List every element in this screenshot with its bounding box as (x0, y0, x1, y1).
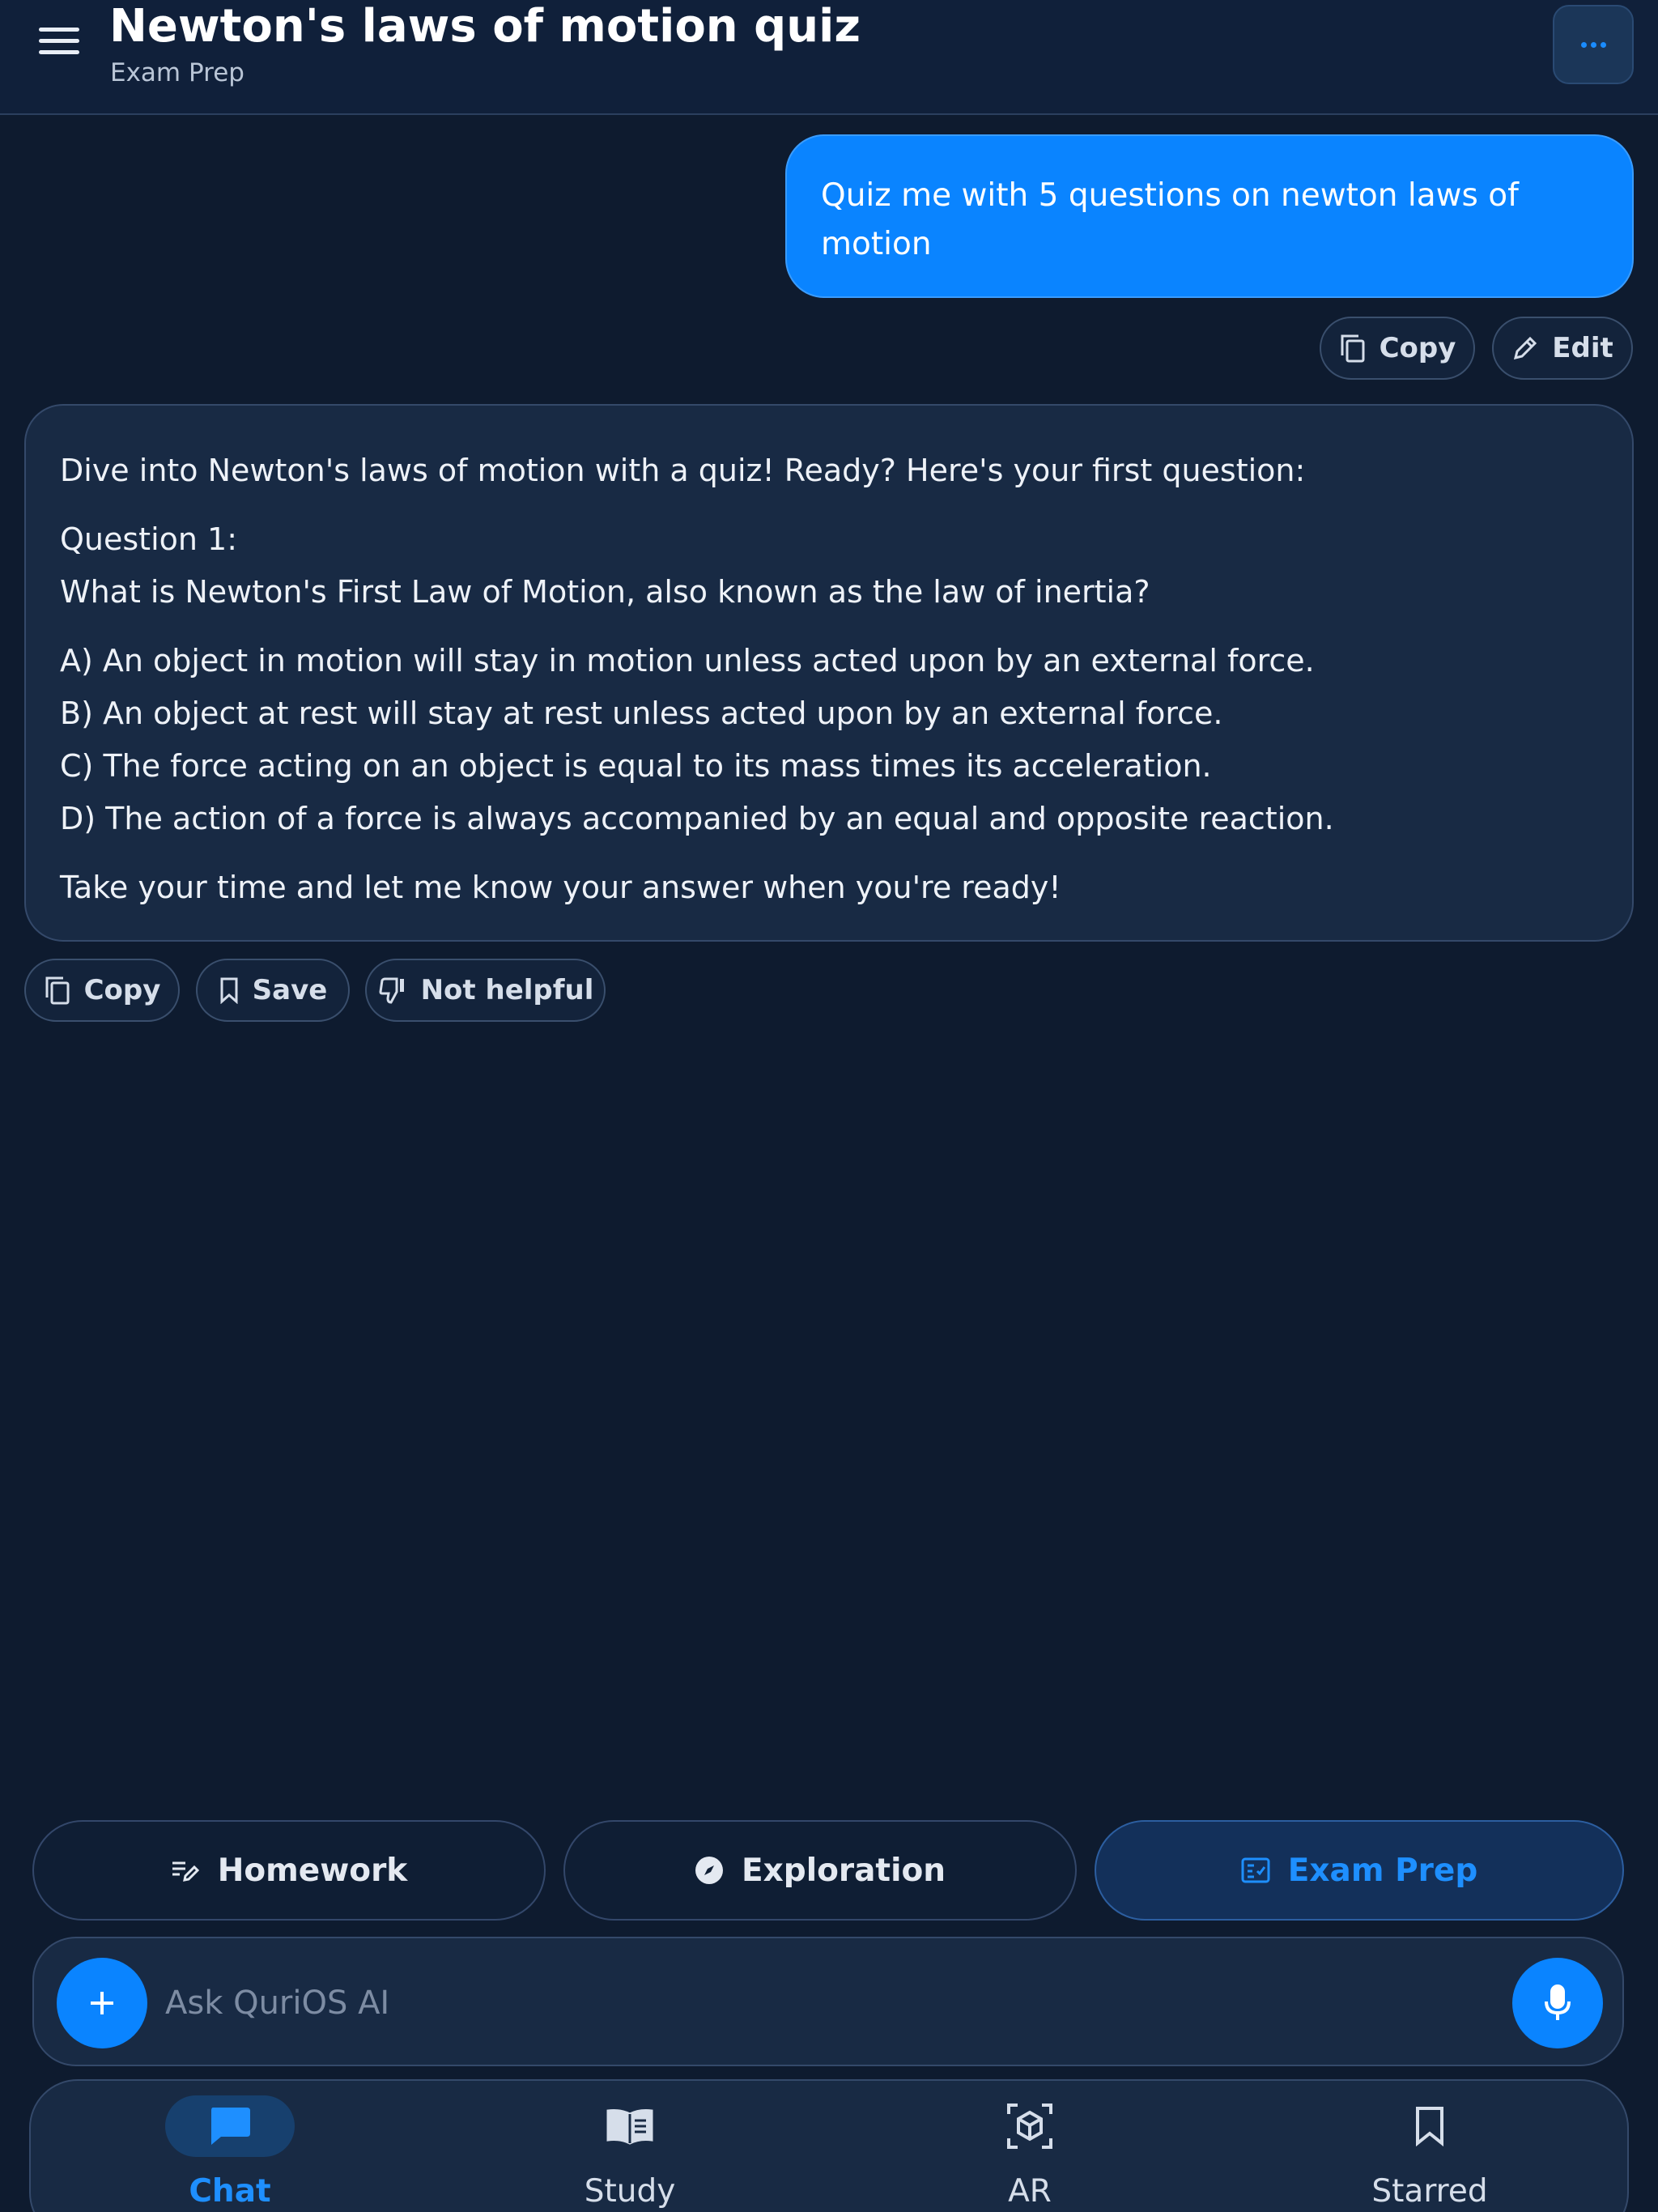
pencil-icon (1514, 336, 1537, 360)
exam-checklist-icon (1241, 1857, 1270, 1883)
copy-label: Copy (1379, 332, 1456, 364)
user-message-bubble: Quiz me with 5 questions on newton laws … (785, 134, 1634, 298)
user-copy-button[interactable]: Copy (1320, 317, 1475, 380)
mode-homework[interactable]: Homework (32, 1820, 546, 1921)
option-a: A) An object in motion will stay in moti… (60, 643, 1315, 678)
save-button[interactable]: Save (196, 959, 350, 1022)
ai-closing: Take your time and let me know your answ… (60, 870, 1061, 905)
nav-chat[interactable]: Chat (108, 2081, 351, 2212)
bottom-navigation: Chat Study AR Starred (29, 2079, 1629, 2212)
thumbs-down-icon (379, 977, 404, 1004)
option-c: C) The force acting on an object is equa… (60, 748, 1212, 784)
nav-label: Starred (1371, 2173, 1488, 2210)
homework-icon (172, 1861, 199, 1882)
not-helpful-label: Not helpful (420, 974, 594, 1006)
microphone-button[interactable] (1512, 1958, 1603, 2048)
nav-label: Chat (189, 2173, 271, 2210)
copy-icon (45, 976, 70, 1005)
ar-cube-icon (1007, 2104, 1052, 2149)
edit-label: Edit (1552, 332, 1613, 364)
user-message-text: Quiz me with 5 questions on newton laws … (821, 177, 1519, 262)
bookmark-icon (1416, 2107, 1443, 2146)
not-helpful-button[interactable]: Not helpful (365, 959, 606, 1022)
nav-ar[interactable]: AR (908, 2081, 1151, 2212)
question-text: What is Newton's First Law of Motion, al… (60, 574, 1150, 610)
bookmark-icon (220, 977, 238, 1004)
page-title: Newton's laws of motion quiz (109, 0, 861, 53)
app-header: Newton's laws of motion quiz Exam Prep (0, 0, 1658, 115)
ai-intro: Dive into Newton's laws of motion with a… (60, 453, 1306, 488)
save-label: Save (252, 974, 328, 1006)
mode-exam-prep[interactable]: Exam Prep (1095, 1820, 1624, 1921)
mode-label: Homework (217, 1852, 408, 1889)
microphone-icon (1545, 1984, 1571, 2020)
copy-icon (1341, 334, 1365, 363)
nav-study[interactable]: Study (508, 2081, 751, 2212)
nav-label: Study (584, 2173, 676, 2210)
nav-label: AR (1008, 2173, 1052, 2210)
composer (32, 1937, 1624, 2066)
ai-copy-button[interactable]: Copy (24, 959, 180, 1022)
book-icon (606, 2109, 653, 2145)
menu-icon[interactable] (39, 28, 79, 60)
option-b: B) An object at rest will stay at rest u… (60, 696, 1223, 731)
option-d: D) The action of a force is always accom… (60, 801, 1334, 836)
plus-icon (91, 1992, 113, 2014)
page-subtitle: Exam Prep (110, 58, 244, 87)
copy-label: Copy (83, 974, 161, 1006)
mode-label: Exam Prep (1287, 1852, 1478, 1889)
add-attachment-button[interactable] (57, 1958, 147, 2048)
ask-input[interactable] (165, 1971, 1460, 2035)
edit-button[interactable]: Edit (1492, 317, 1633, 380)
chat-icon (211, 2108, 250, 2145)
ellipsis-icon (1580, 41, 1587, 48)
more-options-button[interactable] (1553, 5, 1634, 84)
compass-icon (695, 1857, 723, 1884)
ai-message-bubble: Dive into Newton's laws of motion with a… (24, 404, 1634, 942)
nav-starred[interactable]: Starred (1308, 2081, 1551, 2212)
mode-exploration[interactable]: Exploration (563, 1820, 1077, 1921)
mode-label: Exploration (742, 1852, 946, 1889)
question-label: Question 1: (60, 521, 238, 557)
app-screen: Newton's laws of motion quiz Exam Prep Q… (0, 0, 1658, 2212)
